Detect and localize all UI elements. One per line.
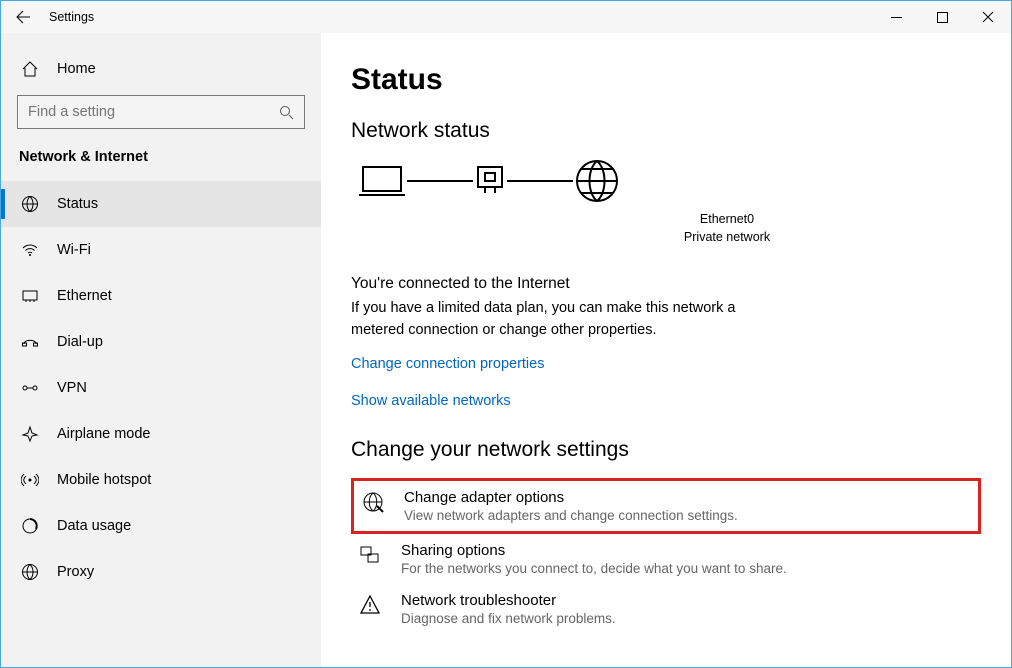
adapter-type: Private network (473, 229, 981, 247)
search-icon (279, 105, 294, 120)
window-controls (873, 1, 1011, 33)
section-label: Network & Internet (1, 141, 321, 181)
diagram-line (507, 180, 573, 182)
network-troubleshooter[interactable]: Network troubleshooter Diagnose and fix … (351, 584, 981, 634)
home-nav[interactable]: Home (1, 49, 321, 89)
maximize-icon (937, 12, 948, 23)
setting-title: Network troubleshooter (401, 592, 616, 609)
ethernet-icon (21, 287, 39, 305)
nav-label: VPN (57, 380, 87, 396)
nav-datausage[interactable]: Data usage (1, 503, 321, 549)
nav-status[interactable]: Status (1, 181, 321, 227)
nav-airplane[interactable]: Airplane mode (1, 411, 321, 457)
adapter-icon (473, 161, 507, 201)
globe-large-icon (573, 157, 621, 205)
settings-window: Settings Home Netw (0, 0, 1012, 668)
nav-label: Dial-up (57, 334, 103, 350)
close-icon (982, 11, 994, 23)
home-label: Home (57, 61, 96, 77)
close-button[interactable] (965, 1, 1011, 33)
maximize-button[interactable] (919, 1, 965, 33)
proxy-icon (21, 563, 39, 581)
network-diagram (351, 157, 981, 205)
diagram-line (407, 180, 473, 182)
sidebar: Home Network & Internet Status Wi-Fi Eth… (1, 33, 321, 667)
setting-desc: Diagnose and fix network problems. (401, 611, 616, 626)
change-connection-properties-link[interactable]: Change connection properties (351, 356, 544, 372)
sharing-icon (359, 544, 381, 566)
pc-icon (357, 161, 407, 201)
minimize-button[interactable] (873, 1, 919, 33)
hotspot-icon (21, 471, 39, 489)
nav-label: Wi-Fi (57, 242, 91, 258)
nav-vpn[interactable]: VPN (1, 365, 321, 411)
nav-label: Status (57, 196, 98, 212)
status-subheading: Network status (351, 119, 981, 143)
nav-label: Ethernet (57, 288, 112, 304)
setting-title: Sharing options (401, 542, 787, 559)
nav-label: Data usage (57, 518, 131, 534)
airplane-icon (21, 425, 39, 443)
vpn-icon (21, 379, 39, 397)
nav-label: Mobile hotspot (57, 472, 151, 488)
wifi-icon (21, 241, 39, 259)
troubleshoot-icon (359, 594, 381, 616)
nav-hotspot[interactable]: Mobile hotspot (1, 457, 321, 503)
titlebar: Settings (1, 1, 1011, 33)
back-button[interactable] (1, 1, 45, 33)
nav-label: Proxy (57, 564, 94, 580)
search-input[interactable] (28, 104, 268, 120)
nav-label: Airplane mode (57, 426, 151, 442)
main-content: Status Network status Ethernet0 Private … (321, 33, 1011, 667)
home-icon (21, 60, 39, 78)
dialup-icon (21, 333, 39, 351)
minimize-icon (891, 12, 902, 23)
page-heading: Status (351, 63, 981, 97)
nav-wifi[interactable]: Wi-Fi (1, 227, 321, 273)
change-adapter-options[interactable]: Change adapter options View network adap… (351, 478, 981, 534)
nav-dialup[interactable]: Dial-up (1, 319, 321, 365)
connected-body: If you have a limited data plan, you can… (351, 298, 771, 342)
adapter-label: Ethernet0 Private network (473, 211, 981, 246)
globe-icon (21, 195, 39, 213)
change-settings-heading: Change your network settings (351, 438, 981, 462)
setting-title: Change adapter options (404, 489, 738, 506)
nav-proxy[interactable]: Proxy (1, 549, 321, 595)
setting-desc: For the networks you connect to, decide … (401, 561, 787, 576)
window-title: Settings (49, 10, 94, 24)
adapter-name: Ethernet0 (473, 211, 981, 229)
search-box[interactable] (17, 95, 305, 129)
back-arrow-icon (15, 9, 31, 25)
sharing-options[interactable]: Sharing options For the networks you con… (351, 534, 981, 584)
nav-ethernet[interactable]: Ethernet (1, 273, 321, 319)
show-available-networks-link[interactable]: Show available networks (351, 393, 511, 409)
connected-title: You're connected to the Internet (351, 272, 771, 295)
setting-desc: View network adapters and change connect… (404, 508, 738, 523)
datausage-icon (21, 517, 39, 535)
adapter-options-icon (362, 491, 384, 513)
